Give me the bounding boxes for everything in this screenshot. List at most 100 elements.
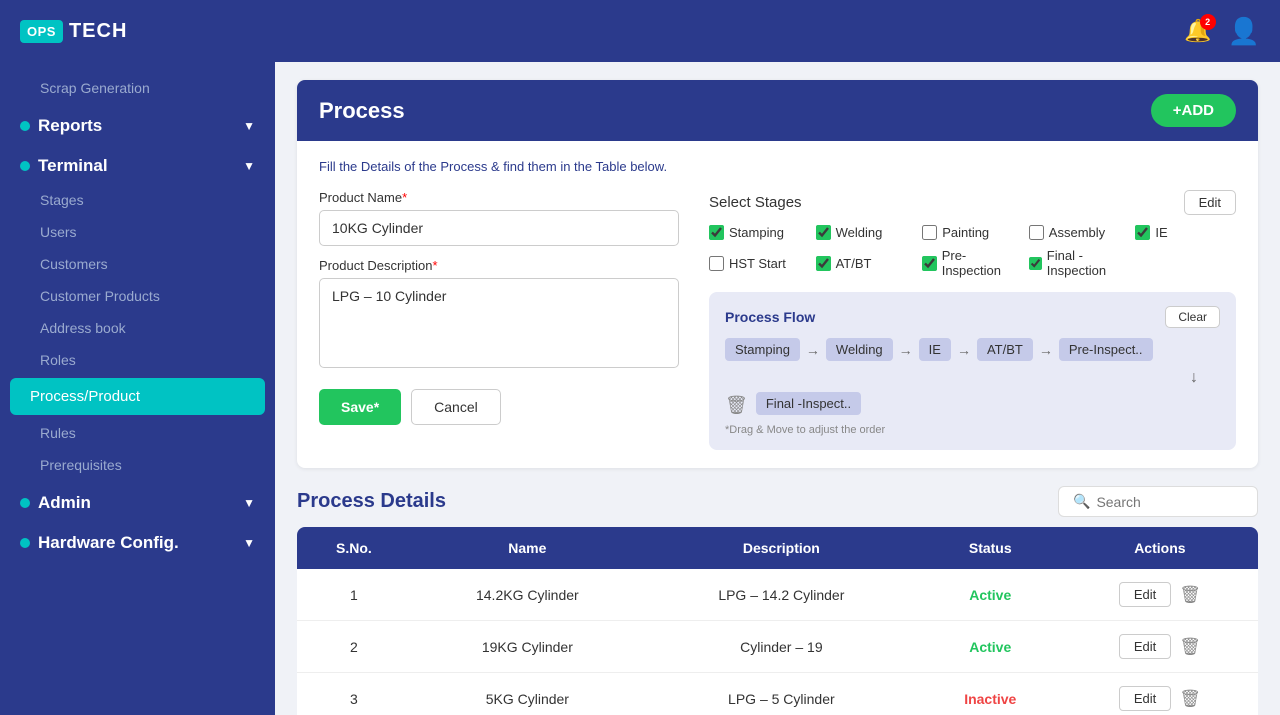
stage-check-pre-inspection[interactable]: Pre-Inspection (922, 248, 1023, 278)
delete-row-button[interactable]: 🗑 (1179, 689, 1201, 709)
table-row: 35KG CylinderLPG – 5 CylinderInactiveEdi… (297, 673, 1258, 715)
table-row: 219KG CylinderCylinder – 19ActiveEdit🗑 (297, 621, 1258, 673)
flow-title: Process Flow (725, 309, 815, 325)
layout: Scrap Generation Reports ▼ Terminal ▼ St… (0, 62, 1280, 715)
edit-row-button[interactable]: Edit (1119, 582, 1171, 607)
table-header-row: Process Details 🔍 (297, 486, 1258, 517)
flow-node: IE (919, 338, 951, 361)
stage-checkbox-final--inspection[interactable] (1029, 256, 1042, 271)
row-status: Active (919, 621, 1062, 673)
sidebar-section-hardware[interactable]: Hardware Config. ▼ (0, 521, 275, 561)
search-icon: 🔍 (1073, 493, 1090, 510)
sidebar-item-stages[interactable]: Stages (0, 184, 275, 216)
stage-checkbox-ie[interactable] (1135, 225, 1150, 240)
flow-arrow-icon: → (1039, 342, 1053, 358)
stage-checkbox-pre-inspection[interactable] (922, 256, 937, 271)
delete-row-button[interactable]: 🗑 (1179, 585, 1201, 605)
sidebar-item-rules[interactable]: Rules (0, 417, 275, 449)
sidebar-section-terminal[interactable]: Terminal ▼ (0, 144, 275, 184)
notification-button[interactable]: 🔔 2 (1184, 18, 1211, 44)
stage-check-final--inspection[interactable]: Final -Inspection (1029, 248, 1130, 278)
sidebar-item-users[interactable]: Users (0, 216, 275, 248)
search-input[interactable] (1096, 494, 1236, 510)
flow-trash-icon[interactable]: 🗑 (725, 395, 748, 416)
delete-row-button[interactable]: 🗑 (1179, 637, 1201, 657)
edit-row-button[interactable]: Edit (1119, 686, 1171, 711)
flow-box-header: Process Flow Clear (725, 306, 1220, 328)
flow-node: Pre-Inspect.. (1059, 338, 1153, 361)
sidebar-item-prerequisites[interactable]: Prerequisites (0, 449, 275, 481)
process-title: Process (319, 98, 405, 124)
stage-checkbox-assembly[interactable] (1029, 225, 1044, 240)
admin-dot (20, 498, 30, 508)
sidebar-item-roles[interactable]: Roles (0, 344, 275, 376)
sidebar-item-address-book[interactable]: Address book (0, 312, 275, 344)
product-desc-label: Product Description* (319, 258, 679, 273)
flow-nodes-row2: Final -Inspect.. (756, 395, 861, 413)
helper-text: Fill the Details of the Process & find t… (319, 159, 1236, 174)
sidebar-section-reports[interactable]: Reports ▼ (0, 104, 275, 144)
clear-flow-button[interactable]: Clear (1165, 306, 1220, 328)
row-actions: Edit 🗑 (1062, 673, 1258, 715)
stage-check-hst-start[interactable]: HST Start (709, 248, 810, 278)
stages-title: Select Stages (709, 194, 802, 211)
stage-checkbox-stamping[interactable] (709, 225, 724, 240)
stage-checkbox-welding[interactable] (816, 225, 831, 240)
top-nav-right: 🔔 2 👤 (1184, 16, 1260, 47)
sidebar-item-scrap[interactable]: Scrap Generation (0, 72, 275, 104)
stage-checkbox-hst-start[interactable] (709, 256, 724, 271)
status-badge: Active (969, 639, 1011, 655)
table-row: 114.2KG CylinderLPG – 14.2 CylinderActiv… (297, 569, 1258, 621)
stage-check-welding[interactable]: Welding (816, 225, 917, 240)
sidebar: Scrap Generation Reports ▼ Terminal ▼ St… (0, 62, 275, 715)
flow-arrow-icon: → (806, 342, 820, 358)
cancel-button[interactable]: Cancel (411, 389, 501, 425)
stage-check-at/bt[interactable]: AT/BT (816, 248, 917, 278)
stage-check-painting[interactable]: Painting (922, 225, 1023, 240)
hardware-arrow-icon: ▼ (243, 536, 255, 550)
flow-row2-container: 🗑 Final -Inspect.. (725, 391, 1220, 416)
sidebar-item-customers[interactable]: Customers (0, 248, 275, 280)
brand-logo: OPS (20, 20, 63, 43)
add-process-button[interactable]: +ADD (1151, 94, 1236, 127)
flow-nodes-row1: Stamping→Welding→IE→AT/BT→Pre-Inspect.. (725, 338, 1220, 361)
main-content: Process +ADD Fill the Details of the Pro… (275, 62, 1280, 715)
stage-check-stamping[interactable]: Stamping (709, 225, 810, 240)
table-col-s-no-: S.No. (297, 527, 411, 569)
stage-check-assembly[interactable]: Assembly (1029, 225, 1130, 240)
stage-checkbox-painting[interactable] (922, 225, 937, 240)
admin-arrow-icon: ▼ (243, 496, 255, 510)
form-actions: Save* Cancel (319, 389, 679, 425)
table-section: Process Details 🔍 S.No.NameDescriptionSt… (297, 486, 1258, 715)
notification-badge: 2 (1200, 14, 1216, 30)
product-desc-input[interactable]: LPG – 10 Cylinder (319, 278, 679, 368)
form-right: Select Stages Edit Stamping Welding Painti… (709, 190, 1236, 450)
stage-check-ie[interactable]: IE (1135, 225, 1236, 240)
search-box: 🔍 (1058, 486, 1258, 517)
row-status: Active (919, 569, 1062, 621)
sidebar-admin-label: Admin (38, 493, 91, 513)
brand-name: TECH (69, 20, 127, 43)
flow-node: AT/BT (977, 338, 1033, 361)
sidebar-item-customer-products[interactable]: Customer Products (0, 280, 275, 312)
product-name-input[interactable] (319, 210, 679, 246)
user-profile-button[interactable]: 👤 (1228, 16, 1260, 47)
row-action-container: Edit 🗑 (1076, 634, 1244, 659)
row-description: Cylinder – 19 (644, 621, 919, 673)
row-description: LPG – 14.2 Cylinder (644, 569, 919, 621)
drag-hint: *Drag & Move to adjust the order (725, 424, 1220, 436)
table-body: 114.2KG CylinderLPG – 14.2 CylinderActiv… (297, 569, 1258, 715)
save-button[interactable]: Save* (319, 389, 401, 425)
stages-header: Select Stages Edit (709, 190, 1236, 215)
stages-edit-button[interactable]: Edit (1184, 190, 1236, 215)
row-name: 19KG Cylinder (411, 621, 644, 673)
sidebar-item-process-product[interactable]: Process/Product (10, 378, 265, 415)
form-section: Product Name* Product Description* LPG –… (319, 190, 1236, 450)
stage-checkbox-at/bt[interactable] (816, 256, 831, 271)
sidebar-section-admin[interactable]: Admin ▼ (0, 481, 275, 521)
table-header-row-el: S.No.NameDescriptionStatusActions (297, 527, 1258, 569)
sidebar-hardware-label: Hardware Config. (38, 533, 179, 553)
sidebar-process-label: Process/Product (30, 388, 140, 405)
edit-row-button[interactable]: Edit (1119, 634, 1171, 659)
process-body: Fill the Details of the Process & find t… (297, 141, 1258, 468)
